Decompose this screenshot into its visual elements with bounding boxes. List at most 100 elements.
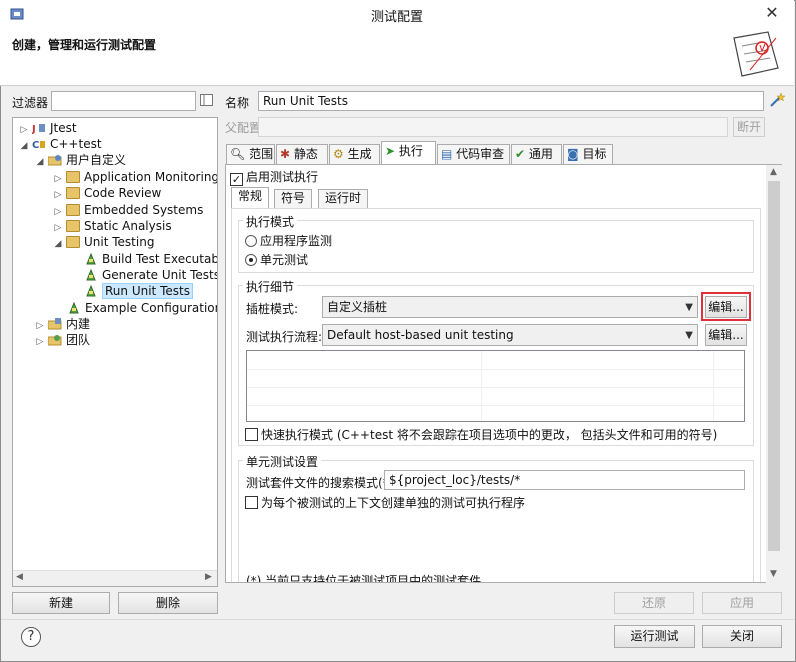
tree-item-static-analysis[interactable]: ▷ Static Analysis [53,218,172,234]
tree-item-code-review[interactable]: ▷ Code Review [53,185,162,203]
fast-mode-checkbox[interactable]: 快速执行模式 (C++test 将不会跟踪在项目选项中的更改， 包括头文件和可用… [245,426,717,443]
test-config-icon [84,268,98,281]
chevron-down-icon: ▼ [685,330,693,341]
tree-item-application-monitoring[interactable]: ▷ Application Monitoring [53,169,217,185]
bottom-separator [1,619,795,620]
tab-label: 通用 [528,147,553,161]
tree-item-label: 内建 [66,317,91,331]
checkbox-unchecked-icon [245,496,258,509]
search-pattern-input[interactable]: ${project_loc}/tests/* [384,470,745,490]
collapse-all-icon[interactable] [200,94,214,107]
radio-unit-test[interactable]: 单元测试 [245,251,308,268]
separate-executable-checkbox[interactable]: 为每个被测试的上下文创建单独的测试可执行程序 [245,494,525,511]
table-row-divider [247,369,744,370]
tree-item-label-selected: Run Unit Tests [102,283,193,299]
subtab-runtime[interactable]: 运行时 [318,189,369,208]
tab-label: 生成 [347,147,372,161]
jtest-icon: J [31,122,46,135]
revert-button[interactable]: 还原 [614,592,694,614]
wand-icon[interactable] [769,92,786,108]
folder-icon [66,220,80,232]
enable-test-execution-checkbox[interactable]: ✓ 启用测试执行 [230,168,318,186]
gear-icon: ⚙ [333,147,344,161]
footnote-text: (*) 当前只支持位于被测试项目中的测试套件 [246,574,482,582]
folder-icon [66,187,80,199]
folder-icon [66,171,80,183]
radio-unselected-icon [245,235,257,247]
tree-item-unit-testing[interactable]: ◢ Unit Testing [53,234,155,252]
parent-config-input [258,117,728,137]
name-label: 名称 [225,96,250,110]
tree-item-embedded-systems[interactable]: ▷ Embedded Systems [53,202,204,218]
expand-arrow-icon[interactable]: ▷ [53,187,63,203]
tree-item-team[interactable]: ▷ 团队 [35,332,90,348]
break-parent-button[interactable]: 断开 [733,117,765,137]
folder-icon [66,236,80,248]
tab-generate[interactable]: ⚙ 生成 [329,144,380,164]
execution-flow-select[interactable]: Default host-based unit testing ▼ [322,324,698,346]
scroll-up-icon[interactable]: ▲ [770,167,777,177]
tab-label: 静态 [293,147,318,161]
tree-item-label: Jtest [50,121,77,135]
tab-label: 范围 [249,147,274,161]
tab-general[interactable]: ✔ 通用 [511,144,562,164]
tree-horizontal-scrollbar[interactable]: ◀ ▶ [13,570,217,586]
tab-target[interactable]: ◙ 目标 [563,144,613,164]
test-config-banner-icon [724,30,784,80]
collapse-arrow-icon[interactable]: ◢ [53,236,63,252]
tree-item-run-unit-tests[interactable]: Run Unit Tests [84,283,193,299]
flow-properties-table[interactable] [246,350,745,422]
scrollbar-thumb[interactable] [768,181,780,551]
help-icon[interactable]: ? [21,627,41,647]
subtab-general[interactable]: 常规 [231,187,270,209]
name-input[interactable]: Run Unit Tests [258,91,764,111]
parent-config-label: 父配置 [225,121,262,135]
tree-item-user-defined[interactable]: ◢ 用户自定义 [35,152,126,168]
close-button[interactable]: 关闭 [702,625,782,648]
test-config-icon [67,301,81,314]
tree-item-label: Example Configuration [85,301,218,315]
tree-item-jtest[interactable]: ▷ J Jtest [19,120,77,136]
window-title: 测试配置 [370,10,423,25]
select-value: Default host-based unit testing [327,328,514,342]
new-config-button[interactable]: 新建 [12,592,110,614]
tree-item-build-test-executable[interactable]: Build Test Executable [84,251,217,267]
collapse-arrow-icon[interactable]: ◢ [35,154,45,170]
filter-input[interactable] [51,91,196,111]
edit-flow-button[interactable]: 编辑... [705,324,747,346]
scroll-left-icon[interactable]: ◀ [16,572,23,582]
filter-label: 过滤器 [12,96,49,110]
tree-item-generate-unit-tests[interactable]: Generate Unit Tests [84,267,217,283]
delete-config-button[interactable]: 删除 [118,592,218,614]
close-window-button[interactable]: ✕ [752,1,792,24]
tree-item-example-configuration[interactable]: Example Configuration [67,300,218,316]
radio-selected-icon [245,254,257,266]
tab-scope[interactable]: 🔍︎ 范围 [226,144,275,164]
scroll-right-icon[interactable]: ▶ [205,572,212,582]
scroll-down-icon[interactable]: ▼ [770,569,777,579]
execution-details-title: 执行细节 [243,278,298,295]
radio-app-monitoring[interactable]: 应用程序监测 [245,232,332,249]
run-tests-button[interactable]: 运行测试 [614,625,695,648]
execution-flow-label: 测试执行流程: [246,330,323,344]
collapse-arrow-icon[interactable]: ◢ [19,138,29,154]
test-config-icon [84,284,98,297]
tab-static[interactable]: ✱ 静态 [276,144,328,164]
edit-stub-button[interactable]: 编辑... [705,296,747,318]
panel-vertical-scrollbar[interactable]: ▲ ▼ [766,165,782,583]
run-arrow-icon: ➤ [385,144,396,158]
apply-button[interactable]: 应用 [702,592,782,614]
stub-mode-label: 插桩模式: [246,302,299,316]
expand-arrow-icon[interactable]: ▷ [35,334,45,350]
team-folder-icon [47,334,62,346]
tab-code-review[interactable]: ▤ 代码审查 [437,144,510,164]
table-column-divider [481,351,482,421]
tree-item-cpptest[interactable]: ◢ C C++test [19,136,102,152]
tree-item-label: Embedded Systems [84,203,204,217]
test-config-icon [84,252,98,265]
stub-mode-select[interactable]: 自定义插桩 ▼ [322,296,698,318]
subtab-symbols[interactable]: 符号 [274,189,313,208]
tab-execute[interactable]: ➤ 执行 [381,141,436,165]
tree-item-builtin[interactable]: ▷ 内建 [35,316,90,332]
tree-item-label: 用户自定义 [66,153,127,167]
